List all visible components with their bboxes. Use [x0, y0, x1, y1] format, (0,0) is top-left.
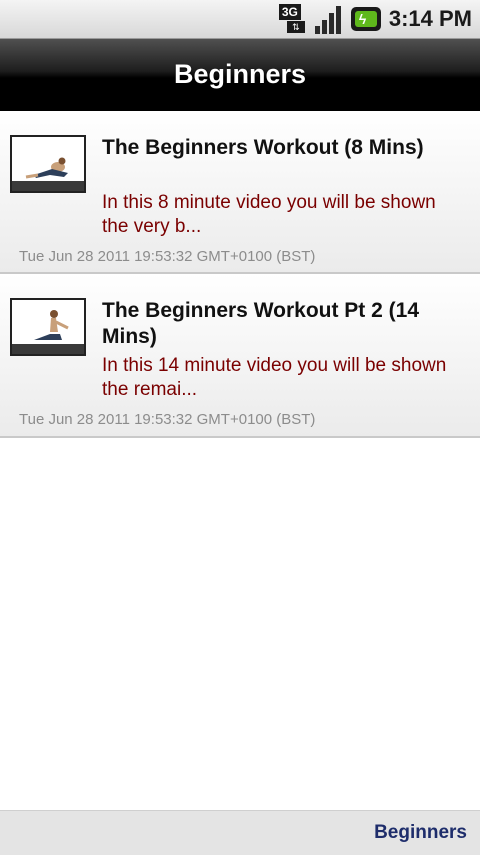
video-description: In this 14 minute video you will be show… — [102, 355, 447, 400]
signal-strength-icon — [314, 4, 343, 34]
status-icons: 3G ⇅ ϟ 3:14 PM — [278, 0, 472, 38]
video-list: The Beginners Workout (8 Mins) In this 8… — [0, 111, 480, 438]
3g-data-icon: 3G ⇅ — [278, 4, 307, 34]
video-title: The Beginners Workout Pt 2 (14 Mins) — [102, 299, 419, 348]
video-thumbnail — [10, 298, 86, 356]
bottom-bar: Beginners — [0, 810, 480, 855]
video-date: Tue Jun 28 2011 19:53:32 GMT+0100 (BST) — [19, 248, 316, 265]
video-thumbnail — [10, 135, 86, 193]
status-clock: 3:14 PM — [388, 6, 472, 31]
network-type-label: 3G — [278, 4, 301, 20]
data-arrows-icon: ⇅ — [286, 21, 305, 33]
page-title: Beginners — [173, 59, 307, 89]
status-bar: 3G ⇅ ϟ 3:14 PM — [0, 0, 480, 39]
breadcrumb-beginners-link[interactable]: Beginners — [374, 811, 467, 855]
battery-charging-icon: ϟ — [350, 7, 381, 31]
video-description: In this 8 minute video you will be shown… — [102, 192, 436, 237]
video-title: The Beginners Workout (8 Mins) — [102, 136, 424, 159]
video-date: Tue Jun 28 2011 19:53:32 GMT+0100 (BST) — [19, 411, 316, 428]
video-list-item[interactable]: The Beginners Workout Pt 2 (14 Mins) In … — [0, 274, 480, 438]
title-bar: Beginners — [0, 39, 480, 111]
video-list-item[interactable]: The Beginners Workout (8 Mins) In this 8… — [0, 111, 480, 274]
